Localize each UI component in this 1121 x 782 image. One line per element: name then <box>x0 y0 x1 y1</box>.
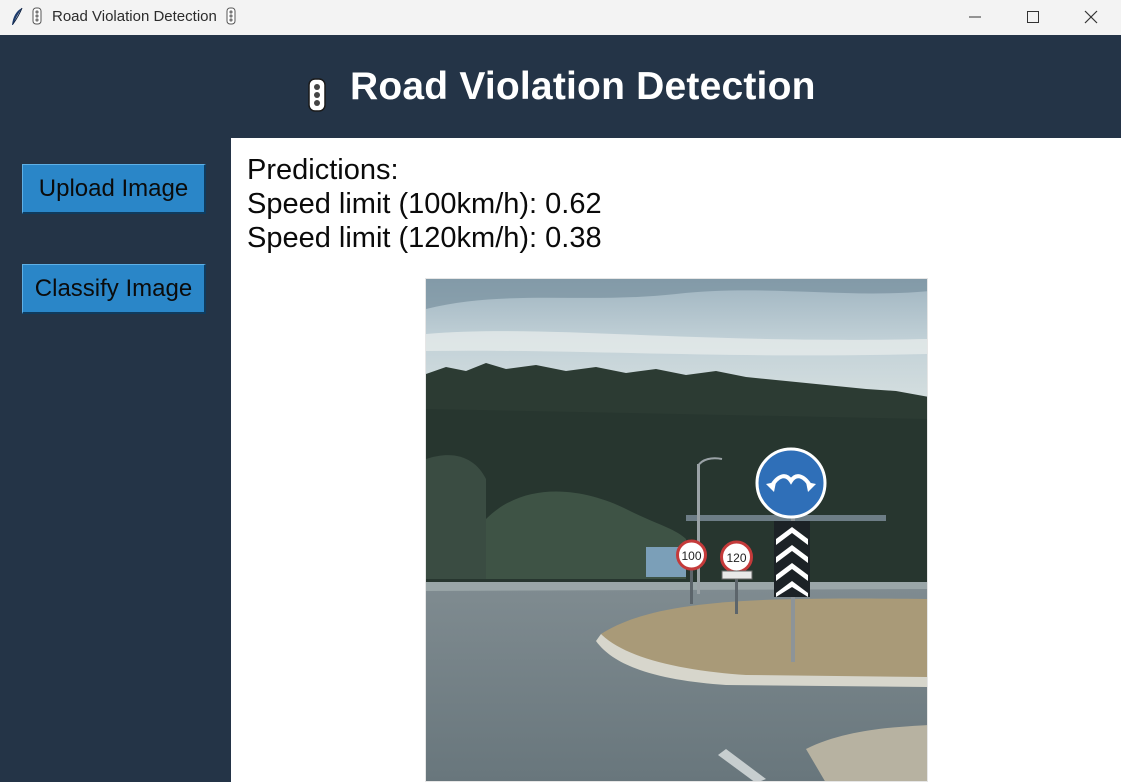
classify-image-button[interactable]: Classify Image <box>22 264 206 314</box>
close-icon <box>1084 10 1098 23</box>
sidebar: Upload Image Classify Image <box>0 138 231 782</box>
traffic-light-icon <box>32 7 42 25</box>
uploaded-road-image: 100 120 <box>425 278 928 782</box>
sign-120-label: 120 <box>726 551 746 565</box>
maximize-button[interactable] <box>1004 0 1062 33</box>
upload-image-button[interactable]: Upload Image <box>22 164 206 214</box>
main-panel: Predictions: Speed limit (100km/h): 0.62… <box>231 138 1121 782</box>
page-title: Road Violation Detection <box>350 65 816 108</box>
feather-icon <box>12 7 23 25</box>
prediction-line: Speed limit (100km/h): 0.62 <box>247 188 602 220</box>
maximize-icon <box>1027 10 1039 23</box>
minimize-icon <box>969 16 981 17</box>
minimize-button[interactable] <box>946 0 1004 33</box>
traffic-light-icon <box>308 78 326 112</box>
prediction-line: Speed limit (120km/h): 0.38 <box>247 222 602 254</box>
predictions-heading: Predictions: <box>247 154 399 186</box>
close-button[interactable] <box>1062 0 1120 33</box>
traffic-light-icon <box>226 7 236 25</box>
window-title: Road Violation Detection <box>52 8 217 25</box>
sign-100-label: 100 <box>681 549 701 563</box>
road-scene-image: 100 120 <box>426 279 927 781</box>
title-bar: Road Violation Detection <box>0 0 1121 35</box>
